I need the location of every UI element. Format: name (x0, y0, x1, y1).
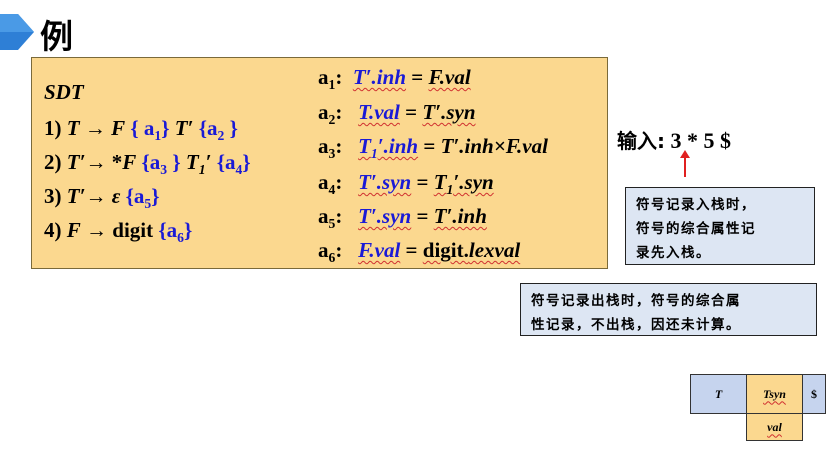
stack-cell-t: T (690, 374, 747, 414)
stack-cell-val: val (746, 413, 803, 441)
action-a4: a4: T′.syn = T1′.syn (318, 170, 494, 198)
stack-cell-tsyn: Tsyn (746, 374, 803, 414)
action-a6: a6: F.val = digit.lexval (318, 238, 521, 266)
sdt-heading: SDT (44, 80, 84, 104)
action-a5: a5: T′.syn = T′.inh (318, 204, 487, 232)
note-push: 符号记录入栈时， 符号的综合属性记 录先入栈。 (625, 187, 815, 265)
rule-3: 3) T′→ ε {a5} (44, 184, 160, 212)
title-arrow-icon (0, 14, 34, 50)
stack-cell-dollar: $ (802, 374, 826, 414)
up-arrow-icon (680, 150, 690, 177)
rule-2: 2) T′→ *F {a3 } T1′ {a4} (44, 150, 251, 178)
note-pop: 符号记录出栈时，符号的综合属 性记录，不出栈，因还未计算。 (520, 283, 817, 336)
action-a3: a3: T1′.inh = T′.inh×F.val (318, 134, 548, 162)
action-a1: a1: T′.inh = F.val (318, 65, 471, 93)
sdt-panel: SDT 1) T → F { a1} T′ {a2 } 2) T′→ *F {a… (31, 57, 608, 269)
page-title: 例 (40, 17, 73, 56)
action-a2: a2: T.val = T′.syn (318, 100, 476, 128)
input-line: 输入: 3 * 5 $ (617, 125, 731, 154)
input-label: 输入: (617, 129, 665, 153)
rule-4: 4) F → digit {a6} (44, 218, 193, 246)
rule-1: 1) T → F { a1} T′ {a2 } (44, 116, 238, 144)
